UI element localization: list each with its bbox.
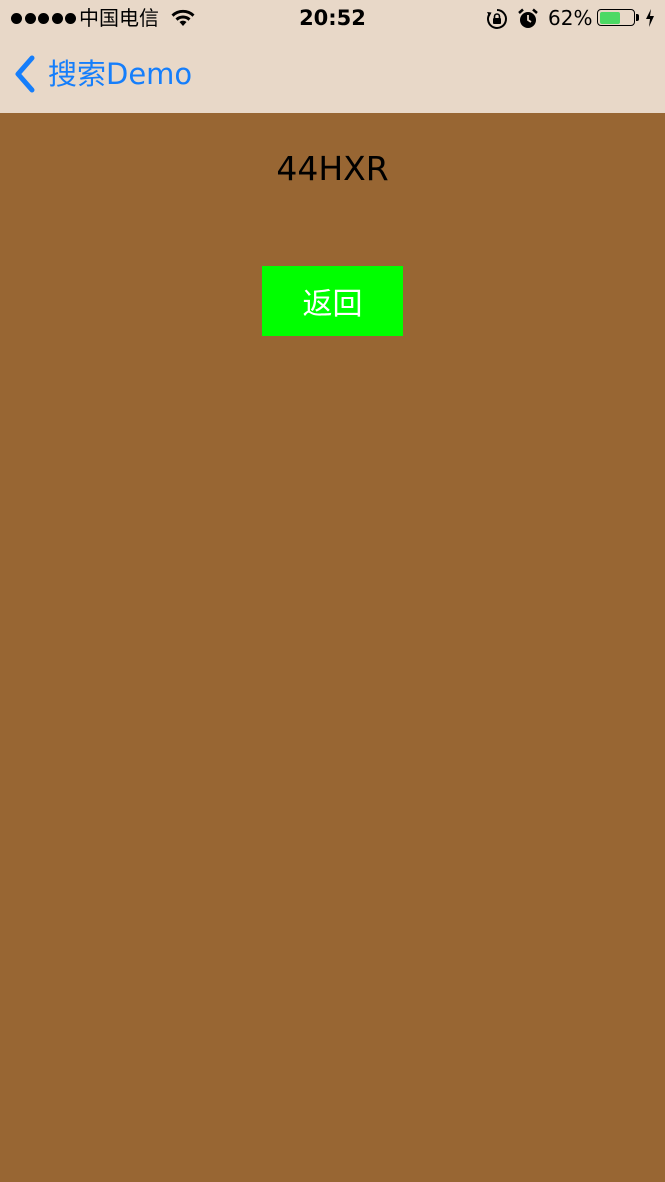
- back-button[interactable]: 搜索Demo: [12, 52, 192, 96]
- status-bar: 中国电信 20:52 62%: [0, 0, 665, 38]
- charging-bolt-icon: [646, 9, 654, 27]
- battery-cap: [636, 14, 639, 21]
- orientation-lock-icon: [487, 9, 507, 29]
- battery-fill: [599, 11, 620, 24]
- battery-percentage: 62%: [548, 6, 593, 30]
- verification-code-text: 44HXR: [276, 149, 389, 188]
- return-button[interactable]: 返回: [262, 266, 403, 336]
- battery-icon: [597, 9, 635, 26]
- back-button-label: 搜索Demo: [48, 57, 193, 91]
- top-bar: 中国电信 20:52 62% 搜索Demo: [0, 0, 665, 113]
- chevron-left-icon: [15, 55, 35, 93]
- alarm-icon: [518, 8, 538, 28]
